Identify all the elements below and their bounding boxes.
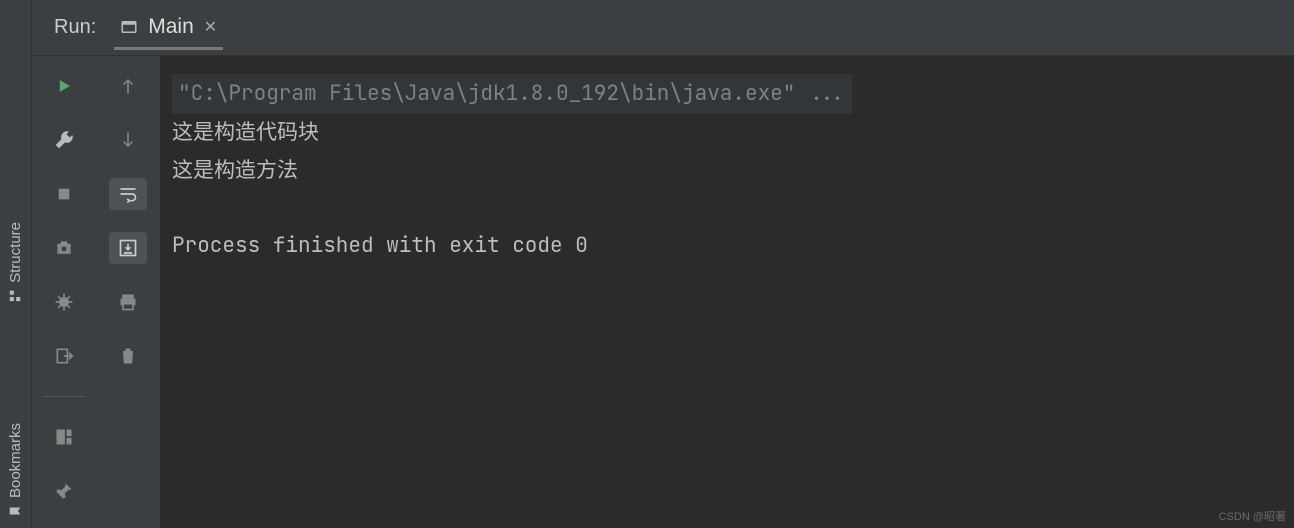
bookmarks-tool[interactable]: Bookmarks <box>7 423 24 518</box>
run-gutter <box>32 56 160 528</box>
console-exit: Process finished with exit code 0 <box>172 227 1282 265</box>
run-title: Run: <box>54 16 96 39</box>
run-tab-main[interactable]: Main ✕ <box>114 5 223 50</box>
vertical-tool-stripe: Structure Bookmarks <box>0 0 32 528</box>
profile-button[interactable] <box>45 286 83 318</box>
scroll-end-icon <box>118 238 138 258</box>
blank-line <box>172 189 1282 227</box>
watermark: CSDN @昭著 <box>1219 508 1286 524</box>
soft-wrap-button[interactable] <box>109 178 147 210</box>
play-icon <box>54 76 74 96</box>
gutter-col-1 <box>32 56 96 528</box>
layout-icon <box>54 427 74 447</box>
trash-icon <box>118 346 138 366</box>
pin-icon <box>54 481 74 501</box>
structure-label: Structure <box>7 222 24 283</box>
console-command: "C:\Program Files\Java\jdk1.8.0_192\bin\… <box>172 74 852 114</box>
structure-tool[interactable]: Structure <box>7 222 24 303</box>
console-line: 这是构造方法 <box>172 152 1282 190</box>
scroll-to-end-button[interactable] <box>109 232 147 264</box>
exit-icon <box>54 346 74 366</box>
close-tab-icon[interactable]: ✕ <box>204 17 217 37</box>
bookmarks-label: Bookmarks <box>7 423 24 498</box>
scroll-down-button[interactable] <box>109 124 147 156</box>
gutter-col-2 <box>96 56 160 528</box>
print-button[interactable] <box>109 286 147 318</box>
console-output[interactable]: "C:\Program Files\Java\jdk1.8.0_192\bin\… <box>160 56 1294 528</box>
stop-button[interactable] <box>45 178 83 210</box>
clear-button[interactable] <box>109 340 147 372</box>
exit-button[interactable] <box>45 340 83 372</box>
separator <box>43 396 85 397</box>
dump-threads-button[interactable] <box>45 232 83 264</box>
console-line: 这是构造代码块 <box>172 114 1282 152</box>
debug-hotswap-button[interactable] <box>45 124 83 156</box>
layout-button[interactable] <box>45 421 83 453</box>
camera-icon <box>54 238 74 258</box>
arrow-up-icon <box>119 75 137 97</box>
pin-button[interactable] <box>45 475 83 507</box>
wrench-icon <box>54 130 74 150</box>
window-icon <box>120 18 138 36</box>
printer-icon <box>118 292 138 312</box>
soft-wrap-icon <box>118 184 138 204</box>
run-button[interactable] <box>45 70 83 102</box>
tab-label: Main <box>148 15 194 39</box>
run-header: Run: Main ✕ <box>32 0 1294 56</box>
bug-icon <box>54 292 74 312</box>
stop-icon <box>56 186 72 202</box>
arrow-down-icon <box>119 129 137 151</box>
scroll-up-button[interactable] <box>109 70 147 102</box>
